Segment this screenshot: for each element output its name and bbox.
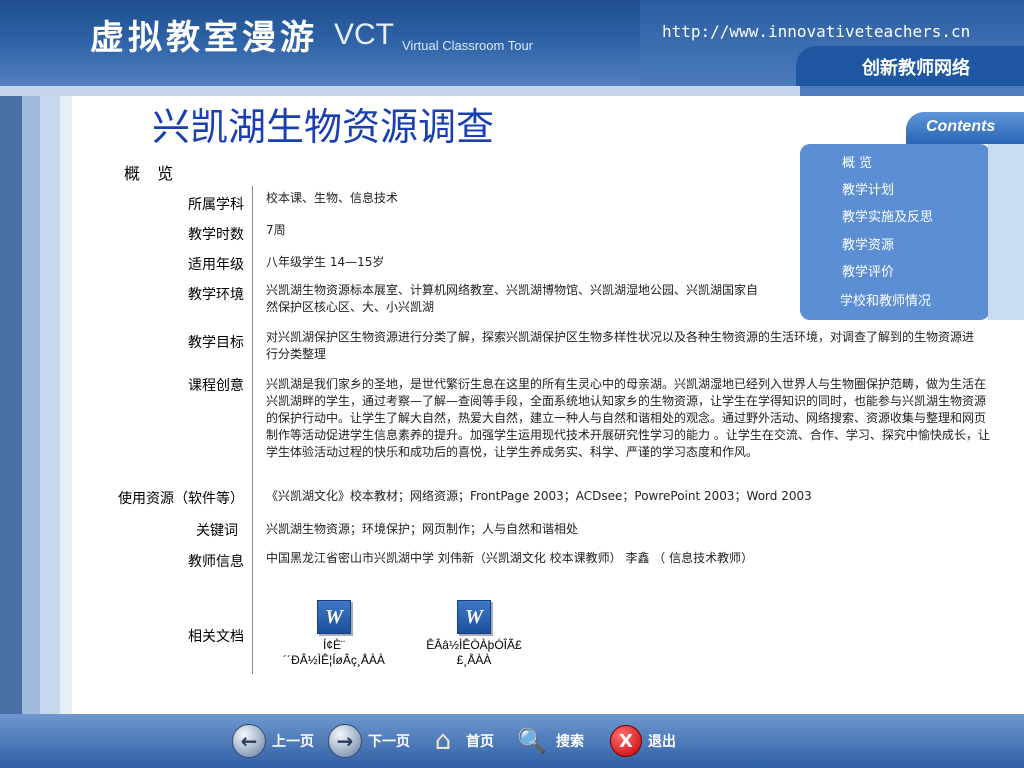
prev-page-label: 上一页 [272,734,314,750]
doc-link-2[interactable]: W ÊÂâ½ÌÊÒÀþÓÎÃ££¸ÅÀÀ [414,600,534,668]
label-hours: 教学时数 [188,227,244,243]
word-doc-icon: W [317,600,351,634]
value-resources: 《兴凯湖文化》校本教材；网络资源；FrontPage 2003；ACDsee；P… [266,489,812,503]
contents-heading-label: Contents [926,118,996,135]
search-button[interactable]: 🔍 搜索 [514,724,584,758]
label-idea: 课程创意 [188,378,244,394]
close-x-icon: X [610,725,642,757]
doc-link-1[interactable]: W Í¢È¨´´ÐÂ½ÌÊ¦ÍøÂç¸ÅÀÀ [274,600,394,668]
value-keywords: 兴凯湖生物资源；环境保护；网页制作；人与自然和谐相处 [266,522,579,536]
label-docs: 相关文档 [188,629,244,645]
value-subject: 校本课、生物、信息技术 [266,191,399,205]
value-teacher: 中国黑龙江省密山市兴凯湖中学 刘伟新（兴凯湖文化 校本课教师） 李鑫 （ 信息技… [266,551,754,565]
site-url: http://www.innovativeteachers.cn [662,22,971,41]
label-environment: 教学环境 [188,287,244,303]
app-title-vct: VCT [334,18,394,51]
contents-item-overview[interactable]: 概 览 [842,152,872,171]
home-label: 首页 [466,734,494,750]
form-divider [252,186,253,674]
exit-button[interactable]: X 退出 [610,724,676,758]
left-decorative-band [0,0,72,768]
search-label: 搜索 [556,734,584,750]
label-goal: 教学目标 [188,335,244,351]
doc-name-2: ÊÂâ½ÌÊÒÀþÓÎÃ££¸ÅÀÀ [426,638,522,667]
header-bottom-strip [0,86,800,96]
header-banner: 虚拟教室漫游 VCT Virtual Classroom Tour http:/… [0,0,1024,96]
value-hours: 7周 [266,223,286,237]
word-doc-icon: W [457,600,491,634]
app-title-cn: 虚拟教室漫游 [90,18,318,58]
contents-item-school-teacher[interactable]: 学校和教师情况 [840,290,931,309]
arrow-left-icon: ← [232,724,266,758]
label-keywords: 关键词 [196,523,238,539]
brand-badge: 创新教师网络 [796,46,1024,86]
app-title-en: Virtual Classroom Tour [402,38,534,53]
label-subject: 所属学科 [188,197,244,213]
contents-side-strip [988,144,1024,320]
brand-label: 创新教师网络 [862,58,970,79]
label-resources: 使用资源（软件等） [118,491,244,507]
page-title: 兴凯湖生物资源调查 [152,105,495,149]
value-goal: 对兴凯湖保护区生物资源进行分类了解，探索兴凯湖保护区生物多样性状况以及各种生物资… [266,330,975,361]
home-button[interactable]: ⌂ 首页 [426,724,494,758]
section-label: 概 览 [124,164,180,183]
value-idea: 兴凯湖是我们家乡的圣地，是世代繁衍生息在这里的所有生灵心中的母亲湖。兴凯湖湿地已… [266,377,990,459]
label-grade: 适用年级 [188,257,244,273]
prev-page-button[interactable]: ← 上一页 [232,724,314,758]
value-grade: 八年级学生 14—15岁 [266,255,385,269]
value-environment: 兴凯湖生物资源标本展室、计算机网络教室、兴凯湖博物馆、兴凯湖湿地公园、兴凯湖国家… [266,283,759,314]
home-icon: ⌂ [434,726,452,756]
next-page-label: 下一页 [368,734,410,750]
label-teacher: 教师信息 [188,554,244,570]
arrow-right-icon: → [328,724,362,758]
doc-name-1: Í¢È¨´´ÐÂ½ÌÊ¦ÍøÂç¸ÅÀÀ [283,638,385,667]
magnifier-icon: 🔍 [517,727,547,755]
exit-label: 退出 [648,734,676,750]
footer-bar [0,714,1024,768]
next-page-button[interactable]: → 下一页 [328,724,410,758]
contents-heading: Contents [906,112,1024,144]
